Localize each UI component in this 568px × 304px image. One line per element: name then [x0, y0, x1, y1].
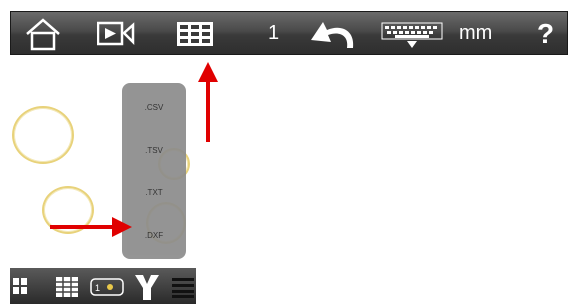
export-tsv-option[interactable]: .TSV — [122, 146, 186, 155]
annotation-arrow-up — [196, 60, 220, 149]
device-preview: .CSV .TSV .TXT .DXF 1 — [10, 78, 196, 304]
undo-icon[interactable] — [309, 18, 359, 50]
calibration-icon[interactable]: 1 — [90, 278, 124, 301]
circle-shape — [12, 106, 74, 164]
help-icon[interactable]: ? — [537, 18, 554, 50]
keyboard-icon[interactable] — [381, 22, 443, 50]
menu-icon[interactable] — [172, 276, 194, 303]
units-label[interactable]: mm — [459, 22, 492, 45]
export-txt-option[interactable]: .TXT — [122, 188, 186, 197]
filter-icon[interactable] — [132, 272, 162, 304]
bottom-toolbar: 1 — [10, 268, 196, 304]
video-camera-icon[interactable] — [96, 21, 137, 47]
home-icon[interactable] — [25, 17, 61, 51]
top-toolbar: 1 mm ? — [10, 11, 568, 55]
table-icon[interactable] — [176, 21, 214, 47]
grid-icon[interactable] — [55, 276, 79, 303]
page-number: 1 — [268, 22, 280, 44]
export-csv-option[interactable]: .CSV — [122, 103, 186, 112]
annotation-arrow-right — [48, 215, 134, 244]
svg-text:1: 1 — [95, 283, 100, 293]
pages-icon[interactable] — [12, 276, 30, 301]
